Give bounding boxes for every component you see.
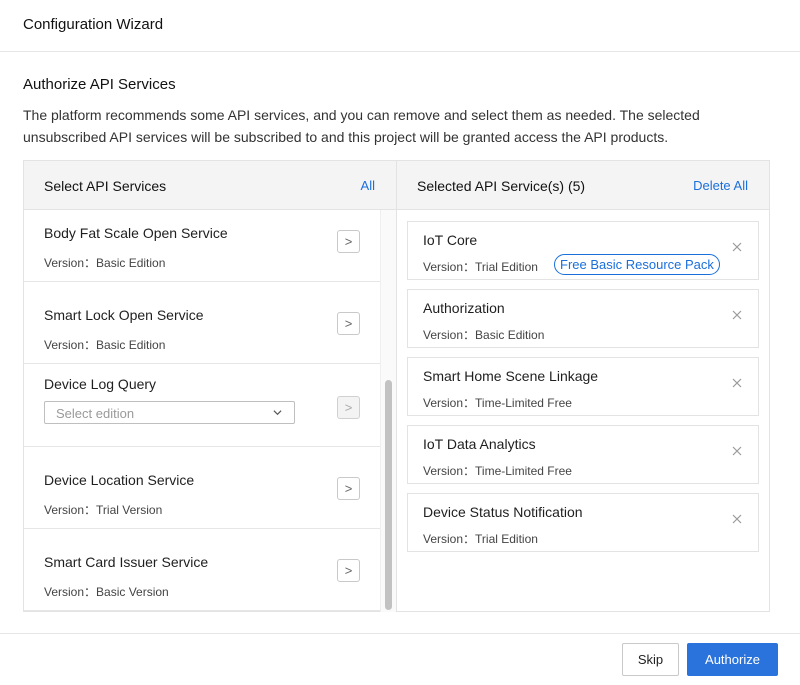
service-version: Version：Basic Version — [44, 585, 169, 599]
selected-item-iot-core: IoT Core Version：Trial Edition Free Basi… — [407, 221, 759, 280]
section-description: The platform recommends some API service… — [23, 107, 700, 145]
chevron-down-icon — [273, 410, 282, 416]
close-icon[interactable] — [731, 513, 743, 525]
authorize-button[interactable]: Authorize — [687, 643, 778, 676]
edition-select[interactable]: Select edition — [44, 401, 295, 424]
close-icon[interactable] — [731, 241, 743, 253]
add-service-button[interactable]: > — [337, 312, 360, 335]
add-service-button[interactable]: > — [337, 477, 360, 500]
chevron-right-icon: > — [344, 563, 353, 578]
selected-item-authorization: Authorization Version：Basic Edition — [407, 289, 759, 348]
edition-select-placeholder: Select edition — [56, 406, 135, 421]
chevron-right-icon: > — [344, 316, 353, 331]
selected-services-title: Selected API Service(s) (5) — [417, 178, 586, 194]
dialog-header: Configuration Wizard — [0, 0, 800, 52]
service-item-body-fat-scale: Body Fat Scale Open Service Version：Basi… — [24, 210, 380, 282]
add-service-button[interactable]: > — [337, 230, 360, 253]
selected-item-version: Version：Basic Edition — [423, 328, 545, 342]
service-version: Version：Basic Edition — [44, 256, 166, 270]
service-item-smart-lock: Smart Lock Open Service Version：Basic Ed… — [24, 282, 380, 364]
selected-item-name: Device Status Notification — [423, 504, 583, 520]
service-version: Version：Trial Version — [44, 503, 163, 517]
selected-services-header: Selected API Service(s) (5) Delete All — [397, 161, 769, 210]
services-scrollbar[interactable] — [380, 210, 397, 612]
select-services-title: Select API Services — [44, 178, 167, 194]
scrollbar-thumb[interactable] — [385, 380, 392, 610]
selected-item-version: Version：Time-Limited Free — [423, 396, 572, 410]
section-title: Authorize API Services — [23, 76, 176, 93]
service-name: Smart Lock Open Service — [44, 307, 204, 323]
selected-item-name: IoT Data Analytics — [423, 436, 536, 452]
selected-item-name: Authorization — [423, 300, 505, 316]
service-name: Device Log Query — [44, 376, 157, 392]
service-item-smart-card-issuer: Smart Card Issuer Service Version：Basic … — [24, 529, 380, 611]
selected-item-device-status-notification: Device Status Notification Version：Trial… — [407, 493, 759, 552]
select-services-panel: Select API Services All Body Fat Scale O… — [23, 160, 397, 612]
service-name: Body Fat Scale Open Service — [44, 225, 228, 241]
selected-item-version: Version：Trial Edition — [423, 260, 538, 274]
close-icon[interactable] — [731, 309, 743, 321]
select-all-link[interactable]: All — [361, 178, 375, 193]
selected-services-panel: Selected API Service(s) (5) Delete All I… — [396, 160, 770, 612]
add-service-button[interactable]: > — [337, 559, 360, 582]
selected-item-iot-data-analytics: IoT Data Analytics Version：Time-Limited … — [407, 425, 759, 484]
service-version: Version：Basic Edition — [44, 338, 166, 352]
service-item-device-log-query: Device Log Query Select edition > — [24, 364, 380, 447]
selected-item-name: Smart Home Scene Linkage — [423, 368, 599, 384]
service-name: Device Location Service — [44, 472, 195, 488]
add-service-button[interactable]: > — [337, 396, 360, 419]
selected-item-scene-linkage: Smart Home Scene Linkage Version：Time-Li… — [407, 357, 759, 416]
dialog-title: Configuration Wizard — [23, 16, 164, 33]
delete-all-link[interactable]: Delete All — [693, 178, 748, 193]
resource-pack-badge[interactable]: Free Basic Resource Pack — [554, 254, 720, 275]
close-icon[interactable] — [731, 377, 743, 389]
chevron-right-icon: > — [344, 400, 353, 415]
select-services-header: Select API Services All — [24, 161, 396, 210]
service-name: Smart Card Issuer Service — [44, 554, 209, 570]
footer-divider — [0, 633, 800, 634]
chevron-right-icon: > — [344, 234, 353, 249]
selected-item-version: Version：Time-Limited Free — [423, 464, 572, 478]
close-icon[interactable] — [731, 445, 743, 457]
skip-button[interactable]: Skip — [622, 643, 679, 676]
service-item-device-location: Device Location Service Version：Trial Ve… — [24, 447, 380, 529]
selected-item-version: Version：Trial Edition — [423, 532, 538, 546]
selected-item-name: IoT Core — [423, 232, 478, 248]
chevron-right-icon: > — [344, 481, 353, 496]
